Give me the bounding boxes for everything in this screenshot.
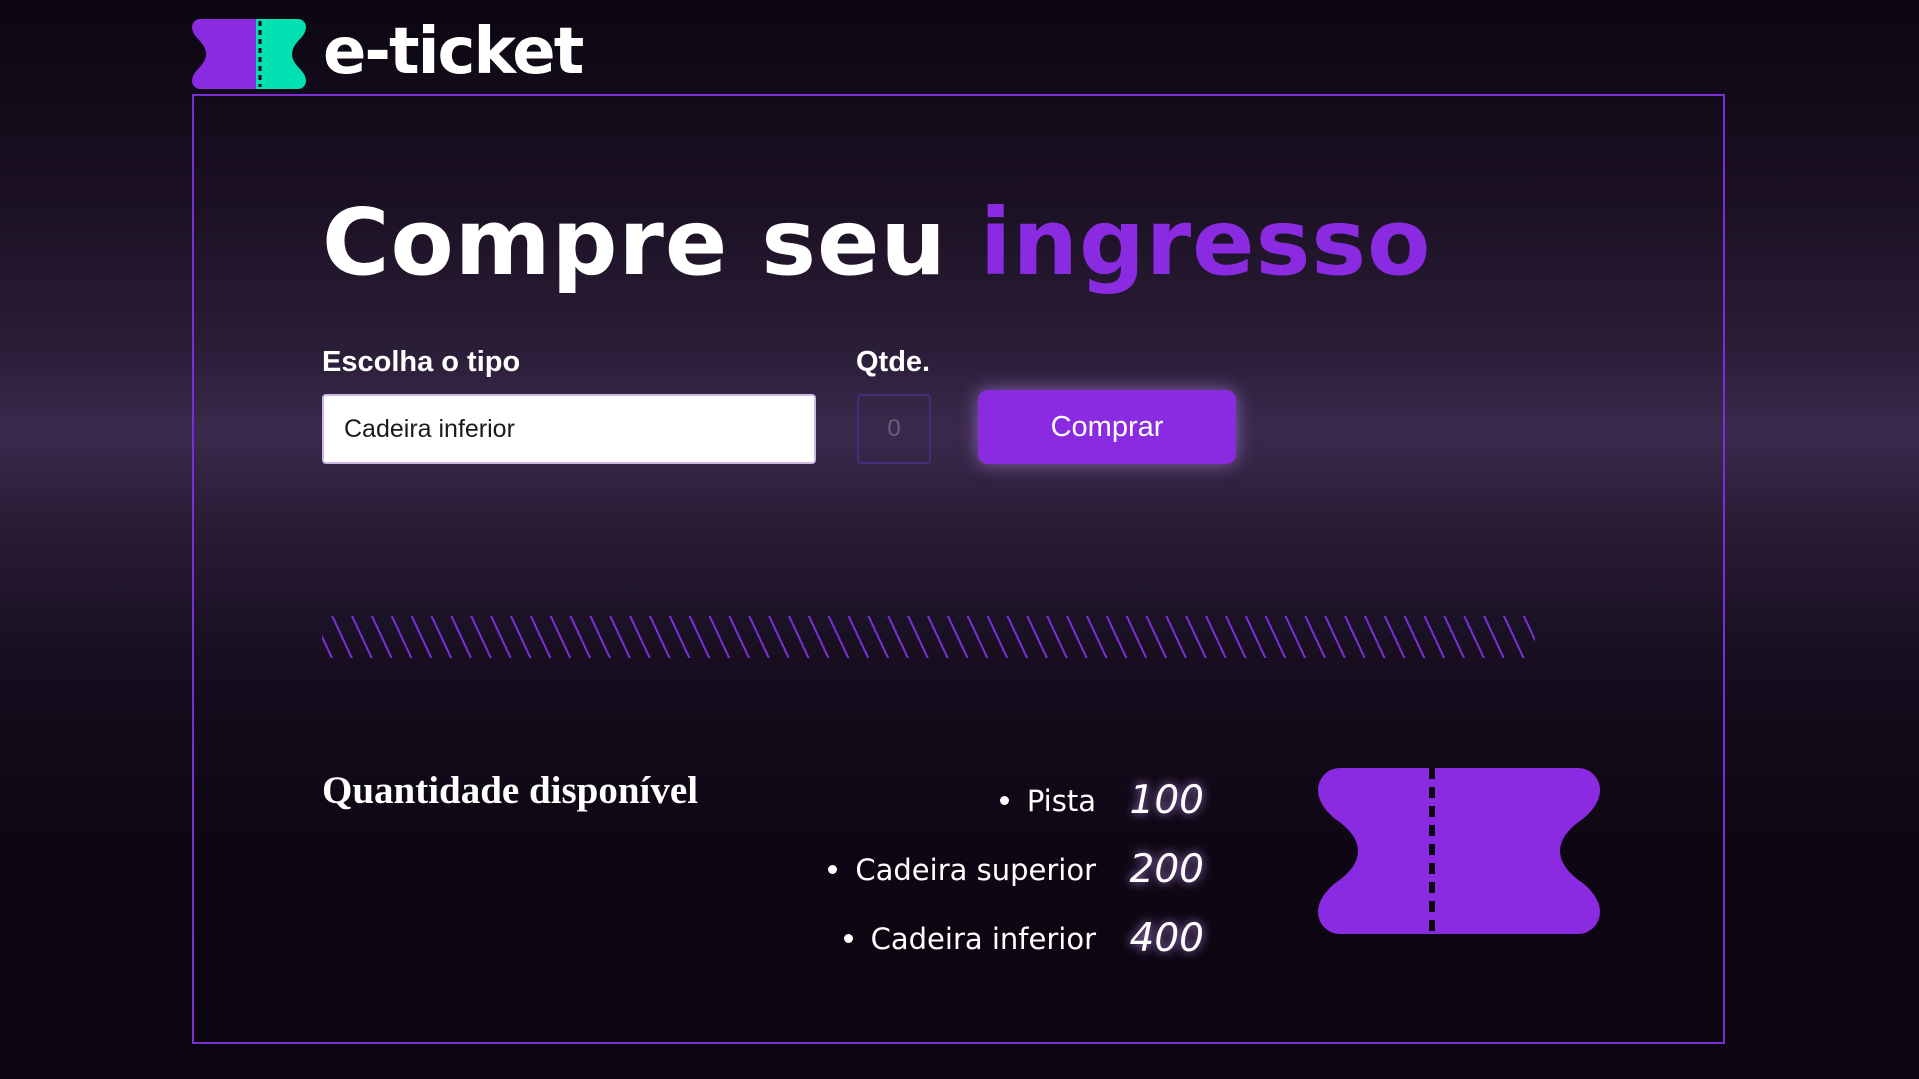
availability-heading: Quantidade disponível (322, 769, 699, 812)
list-item: Pista 100 (828, 766, 1204, 835)
type-label: Escolha o tipo (322, 346, 521, 378)
purchase-panel: Compre seu ingresso Escolha o tipo Cadei… (192, 94, 1725, 1044)
hatched-divider (322, 616, 1535, 658)
ticket-type-name: Pista (1026, 783, 1096, 818)
bullet-icon (843, 934, 853, 943)
ticket-type-count: 400 (1129, 916, 1204, 961)
ticket-type-count: 200 (1129, 847, 1204, 892)
ticket-icon (1318, 768, 1600, 934)
bullet-icon (999, 796, 1009, 805)
quantity-label: Qtde. (856, 346, 931, 378)
title-accent: ingresso (979, 189, 1432, 296)
quantity-input[interactable] (857, 394, 931, 464)
bullet-icon (828, 865, 838, 874)
brand-name: e-ticket (323, 15, 584, 89)
brand-logo[interactable]: e-ticket (192, 15, 584, 89)
ticket-type-select[interactable]: Cadeira inferior (322, 394, 816, 464)
ticket-type-name: Cadeira superior (855, 852, 1096, 887)
list-item: Cadeira inferior 400 (828, 904, 1204, 973)
buy-button[interactable]: Comprar (978, 390, 1236, 464)
ticket-type-name: Cadeira inferior (870, 921, 1096, 956)
list-item: Cadeira superior 200 (828, 835, 1204, 904)
availability-list: Pista 100 Cadeira superior 200 Cadeira i… (828, 766, 1204, 973)
title-main: Compre seu (322, 189, 980, 296)
page-title: Compre seu ingresso (322, 188, 1431, 298)
ticket-type-count: 100 (1129, 778, 1204, 823)
ticket-icon (192, 19, 306, 89)
